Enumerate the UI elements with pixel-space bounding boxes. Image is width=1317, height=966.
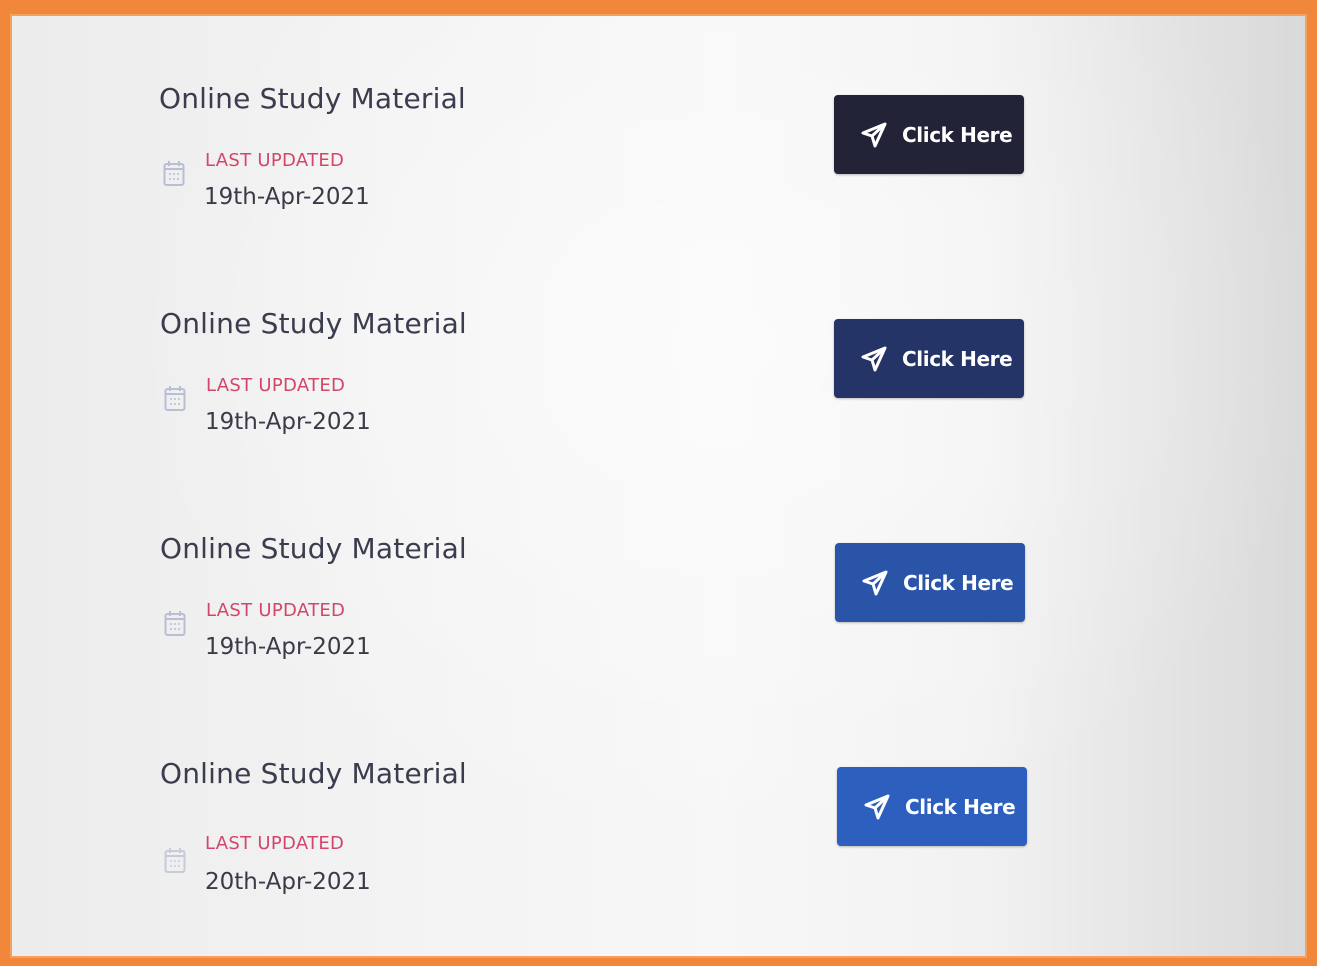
paper-plane-icon — [861, 346, 887, 371]
item-title: Online Study Material — [159, 82, 466, 115]
last-updated-label: LAST UPDATED — [205, 833, 345, 854]
list-item: Online Study Material LAST UPDATED 19th-… — [12, 532, 1305, 732]
paper-plane-icon — [862, 570, 888, 595]
calendar-icon — [164, 848, 186, 873]
item-title: Online Study Material — [160, 307, 467, 340]
last-updated-date: 20th-Apr-2021 — [205, 869, 371, 895]
calendar-icon — [164, 611, 186, 636]
list-item: Online Study Material LAST UPDATED 19th-… — [12, 82, 1305, 282]
item-title: Online Study Material — [160, 532, 467, 565]
item-title: Online Study Material — [160, 757, 467, 790]
screenshot-frame: Online Study Material LAST UPDATED 19th-… — [0, 0, 1317, 966]
paper-plane-icon — [861, 122, 887, 147]
last-updated-date: 19th-Apr-2021 — [205, 409, 371, 435]
click-here-button[interactable]: Click Here — [834, 95, 1024, 174]
study-material-list: Online Study Material LAST UPDATED 19th-… — [10, 14, 1307, 958]
paper-plane-icon — [864, 794, 890, 819]
click-here-button[interactable]: Click Here — [835, 543, 1025, 622]
click-here-label: Click Here — [902, 122, 1013, 147]
click-here-button[interactable]: Click Here — [834, 319, 1024, 398]
click-here-label: Click Here — [902, 346, 1013, 371]
last-updated-label: LAST UPDATED — [206, 600, 346, 621]
click-here-label: Click Here — [903, 570, 1014, 595]
last-updated-label: LAST UPDATED — [206, 375, 346, 396]
list-item: Online Study Material LAST UPDATED 20th-… — [12, 757, 1305, 956]
last-updated-label: LAST UPDATED — [205, 150, 345, 171]
list-item: Online Study Material LAST UPDATED 19th-… — [12, 307, 1305, 507]
last-updated-date: 19th-Apr-2021 — [204, 184, 370, 210]
calendar-icon — [164, 386, 186, 411]
click-here-label: Click Here — [905, 794, 1016, 819]
calendar-icon — [163, 161, 185, 186]
click-here-button[interactable]: Click Here — [837, 767, 1027, 846]
last-updated-date: 19th-Apr-2021 — [205, 634, 371, 660]
